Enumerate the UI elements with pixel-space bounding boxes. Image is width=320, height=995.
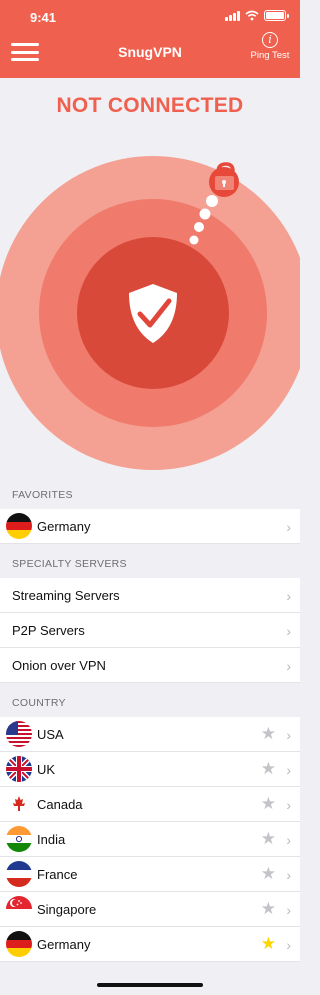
star-icon[interactable]: ★ [261, 724, 276, 744]
app-header: 9:41 SnugVPN i Ping Test [0, 0, 300, 78]
specialty-item-p2p[interactable]: P2P Servers › [0, 613, 300, 648]
specialty-item-label: P2P Servers [12, 622, 85, 638]
connection-status: NOT CONNECTED [56, 94, 244, 117]
star-icon[interactable]: ★ [261, 934, 276, 954]
star-icon[interactable]: ★ [261, 864, 276, 884]
country-item-india[interactable]: India ★ › [0, 822, 300, 857]
country-item-france[interactable]: France ★ › [0, 857, 300, 892]
country-item-uk[interactable]: UK ★ › [0, 752, 300, 787]
country-item-label: Germany [37, 936, 91, 952]
status-icons [225, 10, 289, 21]
chevron-right-icon: › [286, 902, 291, 918]
wifi-icon [245, 10, 259, 21]
chevron-right-icon: › [286, 797, 291, 813]
country-item-usa[interactable]: USA ★ › [0, 717, 300, 752]
connect-button[interactable] [0, 150, 300, 470]
country-header: COUNTRY [12, 697, 66, 709]
chevron-right-icon: › [286, 727, 291, 743]
star-icon[interactable]: ★ [261, 899, 276, 919]
chevron-right-icon: › [286, 623, 291, 639]
chevron-right-icon: › [286, 832, 291, 848]
status-time: 9:41 [30, 10, 57, 25]
star-icon[interactable]: ★ [261, 829, 276, 849]
chevron-right-icon: › [286, 762, 291, 778]
country-item-canada[interactable]: Canada ★ › [0, 787, 300, 822]
favorite-item-germany[interactable]: Germany › [0, 509, 300, 544]
favorites-header: FAVORITES [12, 489, 73, 501]
chevron-right-icon: › [286, 937, 291, 953]
germany-flag [6, 931, 32, 957]
favorites-section: FAVORITES Germany › SPECIALTY SERVERS St… [0, 475, 300, 962]
home-indicator [97, 983, 203, 987]
chevron-right-icon: › [286, 588, 291, 604]
france-flag [6, 861, 32, 887]
country-item-label: UK [37, 761, 56, 777]
star-icon[interactable]: ★ [261, 759, 276, 779]
specialty-item-label: Streaming Servers [12, 587, 120, 603]
ping-test-label: Ping Test [250, 50, 290, 61]
country-item-singapore[interactable]: Singapore ★ › [0, 892, 300, 927]
india-flag [6, 826, 32, 852]
country-item-label: Singapore [37, 901, 97, 917]
specialty-item-onion[interactable]: Onion over VPN › [0, 648, 300, 683]
singapore-flag [6, 896, 32, 922]
country-item-label: France [37, 866, 78, 882]
chevron-right-icon: › [286, 519, 291, 535]
specialty-item-label: Onion over VPN [12, 657, 106, 673]
country-item-germany[interactable]: Germany ★ › [0, 927, 300, 962]
battery-icon [264, 10, 289, 21]
usa-flag [6, 721, 32, 747]
star-icon[interactable]: ★ [261, 794, 276, 814]
ping-test-button[interactable]: i Ping Test [248, 32, 292, 61]
specialty-item-streaming[interactable]: Streaming Servers › [0, 578, 300, 613]
country-item-label: Canada [37, 796, 83, 812]
country-item-label: USA [37, 726, 64, 742]
specialty-servers-header: SPECIALTY SERVERS [12, 558, 127, 570]
germany-flag [6, 513, 32, 539]
country-item-label: India [37, 831, 66, 847]
chevron-right-icon: › [286, 867, 291, 883]
canada-flag [6, 791, 32, 817]
cellular-signal-icon [225, 10, 240, 21]
favorite-item-label: Germany [37, 518, 91, 534]
chevron-right-icon: › [286, 658, 291, 674]
info-icon: i [262, 32, 278, 48]
uk-flag [6, 756, 32, 782]
